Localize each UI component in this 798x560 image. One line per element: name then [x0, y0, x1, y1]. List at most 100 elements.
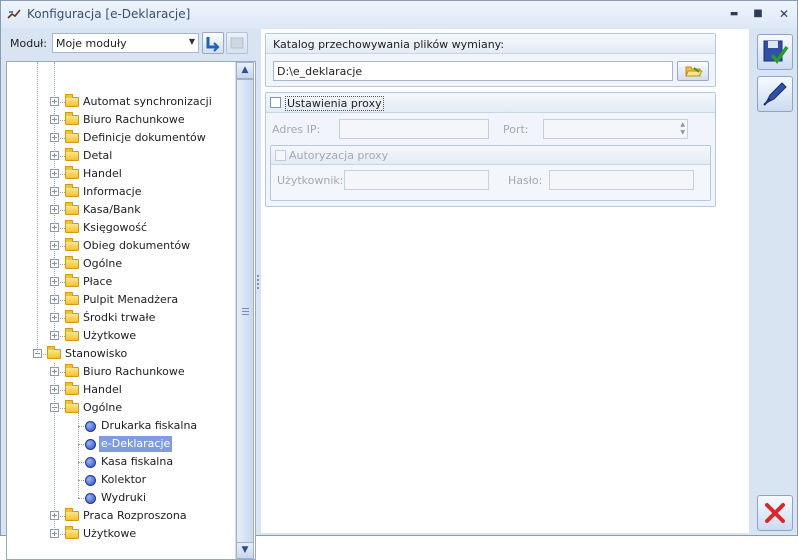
exchange-dir-input[interactable]: D:\e_deklaracje — [273, 61, 673, 81]
address-label: Adres IP: — [272, 123, 321, 136]
tree-folder-item[interactable]: + Definicje dokumentów — [7, 129, 235, 147]
user-label: Użytkownik: — [277, 174, 344, 187]
tree-folder-item[interactable]: + Środki trwałe — [7, 309, 235, 327]
tree-item-label: Wydruki — [101, 491, 147, 504]
proxy-auth-header: Autoryzacja proxy — [271, 146, 710, 165]
folder-icon — [65, 130, 79, 143]
tree-folder-item[interactable]: + Księgowość — [7, 219, 235, 237]
spin-down-icon[interactable]: ▼ — [680, 129, 685, 136]
settings-node-icon — [85, 421, 96, 432]
tree-leaf-item[interactable]: Kasa fiskalna — [7, 453, 235, 471]
tree-leaf-item[interactable]: Drukarka fiskalna — [7, 417, 235, 435]
export-icon — [230, 37, 244, 49]
refresh-icon — [206, 37, 220, 52]
tree-folder-item[interactable]: + Pulpit Menadżera — [7, 291, 235, 309]
tree-item-label: Praca Rozproszona — [83, 509, 187, 522]
tree-item-label: Płace — [83, 275, 113, 288]
tree-leaf-item[interactable]: Wydruki — [7, 489, 235, 507]
minimize-button[interactable]: ▬ — [723, 5, 745, 23]
tree-connector — [78, 408, 79, 498]
folder-icon — [65, 526, 79, 539]
scroll-up-button[interactable]: ▲ — [236, 62, 254, 79]
scroll-thumb[interactable] — [236, 79, 254, 543]
title-bar: Konfiguracja [e-Deklaracje] ▬ ■ ✕ — [1, 1, 797, 29]
folder-icon — [65, 508, 79, 521]
tree-folder-item[interactable]: + Obieg dokumentów — [7, 237, 235, 255]
tree-folder-item[interactable]: − Stanowisko — [7, 345, 235, 363]
close-button[interactable]: ✕ — [773, 5, 795, 23]
tree-folder-item[interactable]: + Użytkowe — [7, 525, 235, 543]
browse-folder-button[interactable] — [677, 61, 709, 81]
action-toolbar — [750, 29, 797, 533]
port-label: Port: — [503, 123, 529, 136]
tree-leaf-item[interactable]: Kolektor — [7, 471, 235, 489]
port-input[interactable]: ▲ ▼ — [543, 119, 688, 139]
address-input[interactable] — [339, 119, 489, 139]
exchange-dir-value: D:\e_deklaracje — [277, 65, 363, 78]
tree-item-label: Biuro Rachunkowe — [83, 113, 185, 126]
refresh-button[interactable] — [202, 32, 224, 54]
tree-scrollbar[interactable]: ▲ ▼ — [235, 62, 254, 559]
tree-item-label: Środki trwałe — [83, 311, 156, 324]
export-button[interactable] — [226, 32, 248, 54]
tree-folder-item[interactable]: + Ogólne — [7, 255, 235, 273]
settings-tree[interactable]: + Automat synchronizacji + Biuro Rachunkowe… — [6, 61, 256, 560]
proxy-auth-checkbox[interactable] — [275, 150, 286, 161]
settings-node-icon — [85, 457, 96, 468]
tree-leaf-item[interactable]: e-Deklaracje — [7, 435, 235, 453]
tree-folder-item[interactable]: + Kasa/Bank — [7, 201, 235, 219]
tree-item-label: Kasa fiskalna — [101, 455, 174, 468]
folder-icon — [65, 94, 79, 107]
maximize-button[interactable]: ■ — [747, 5, 769, 23]
settings-panel: Katalog przechowywania plików wymiany: D… — [261, 29, 749, 533]
left-panel: Moduł: Moje moduły ▼ + Automat synchroniz… — [5, 29, 256, 560]
module-combo[interactable]: Moje moduły ▼ — [52, 33, 199, 53]
folder-icon — [65, 274, 79, 287]
edit-icon — [763, 82, 787, 106]
tree-item-label: Biuro Rachunkowe — [83, 365, 185, 378]
edit-button[interactable] — [757, 76, 793, 112]
tree-item-label: Detal — [83, 149, 113, 162]
tree-folder-item[interactable]: + Biuro Rachunkowe — [7, 111, 235, 129]
exchange-dir-group: Katalog przechowywania plików wymiany: D… — [265, 33, 716, 87]
module-combo-value: Moje moduły — [56, 37, 127, 50]
folder-icon — [65, 220, 79, 233]
password-input[interactable] — [549, 170, 694, 190]
proxy-checkbox[interactable] — [270, 97, 281, 108]
tree-folder-item[interactable]: + Informacje — [7, 183, 235, 201]
tree-item-label: Handel — [83, 383, 122, 396]
tree-item-label: Definicje dokumentów — [83, 131, 206, 144]
tree-folder-item[interactable]: + Detal — [7, 147, 235, 165]
tree-folder-item[interactable]: + Biuro Rachunkowe — [7, 363, 235, 381]
tree-item-label: Użytkowe — [83, 329, 137, 342]
cancel-button[interactable] — [757, 495, 793, 531]
save-icon — [763, 40, 789, 64]
folder-icon — [65, 292, 79, 305]
tree-folder-item[interactable]: + Użytkowe — [7, 327, 235, 345]
folder-icon — [65, 112, 79, 125]
tree-folder-item[interactable]: + Handel — [7, 381, 235, 399]
tree-folder-item[interactable]: + Automat synchronizacji — [7, 93, 235, 111]
chevron-down-icon: ▼ — [188, 37, 195, 46]
folder-icon — [65, 166, 79, 179]
tree-folder-item[interactable]: + Handel — [7, 165, 235, 183]
settings-node-icon — [85, 475, 96, 486]
scroll-grip-icon — [242, 308, 249, 315]
folder-open-icon — [685, 66, 703, 77]
password-label: Hasło: — [508, 174, 543, 187]
module-label: Moduł: — [10, 37, 48, 50]
proxy-group: Ustawienia proxy Adres IP: Port: ▲ ▼ Aut… — [265, 92, 716, 207]
spin-up-icon[interactable]: ▲ — [680, 121, 685, 128]
tree-item-label: Obieg dokumentów — [83, 239, 191, 252]
tree-folder-item[interactable]: + Płace — [7, 273, 235, 291]
proxy-checkbox-label[interactable]: Ustawienia proxy — [285, 96, 384, 111]
app-icon — [7, 9, 21, 19]
scroll-down-button[interactable]: ▼ — [236, 542, 254, 559]
tree-item-label: Pulpit Menadżera — [83, 293, 179, 306]
tree-folder-item[interactable]: − Ogólne — [7, 399, 235, 417]
window-title: Konfiguracja [e-Deklaracje] — [27, 7, 191, 21]
save-button[interactable] — [757, 34, 793, 70]
tree-folder-item[interactable]: + Praca Rozproszona — [7, 507, 235, 525]
tree-connector — [54, 62, 55, 336]
user-input[interactable] — [344, 170, 489, 190]
